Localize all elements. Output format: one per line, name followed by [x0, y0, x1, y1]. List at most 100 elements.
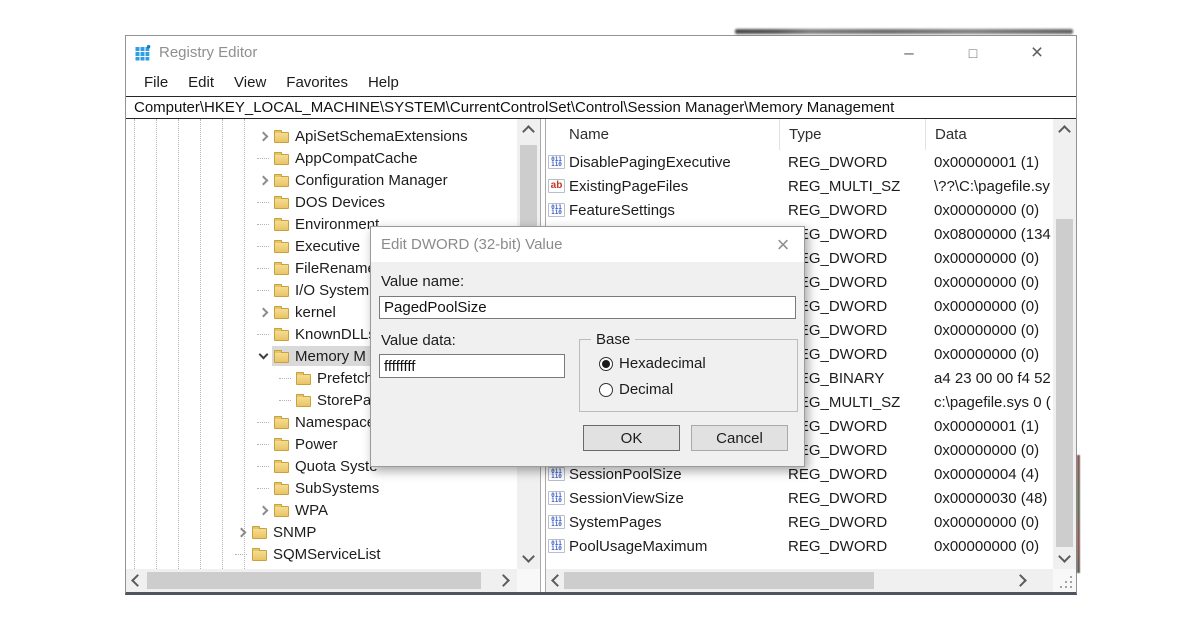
tree-horizontal-scrollbar[interactable] — [126, 569, 517, 592]
dialog-title-bar[interactable]: Edit DWORD (32-bit) Value × — [371, 227, 804, 262]
tree-item-subsystems[interactable]: SubSystems — [126, 477, 517, 499]
radio-option-hexadecimal[interactable]: Hexadecimal — [599, 355, 706, 372]
tree-row-main[interactable]: DOS Devices — [272, 192, 517, 212]
close-button[interactable]: × — [1022, 40, 1052, 66]
value-name-cell[interactable]: 011110PoolUsageMaximum — [546, 538, 779, 555]
minimize-button[interactable]: – — [894, 40, 924, 66]
list-vscroll-thumb[interactable] — [1056, 219, 1073, 547]
tree-line-stub — [257, 422, 269, 423]
value-name-text: FeatureSettings — [569, 202, 675, 219]
window-title: Registry Editor — [159, 44, 257, 61]
tree-hscroll-thumb[interactable] — [147, 572, 481, 589]
chevron-right-icon[interactable] — [236, 527, 246, 537]
tree-item-label: Environment — [295, 216, 379, 233]
value-name-cell[interactable]: 011110SessionViewSize — [546, 490, 779, 507]
tree-row-main[interactable]: ApiSetSchemaExtensions — [272, 126, 517, 146]
tree-row-main[interactable]: SNMP — [250, 522, 517, 542]
chevron-right-icon[interactable] — [258, 307, 268, 317]
tree-item-sqmservicelist[interactable]: SQMServiceList — [126, 543, 517, 565]
tree-item-dos-devices[interactable]: DOS Devices — [126, 191, 517, 213]
tree-item-wpa[interactable]: WPA — [126, 499, 517, 521]
value-row-featuresettings[interactable]: 011110FeatureSettingsREG_DWORD0x00000000… — [546, 198, 1053, 222]
expand-toggle[interactable] — [254, 305, 272, 319]
expand-toggle[interactable] — [254, 503, 272, 517]
list-horizontal-scrollbar[interactable] — [546, 569, 1053, 592]
tree-line-stub — [279, 400, 291, 401]
value-row-systempages[interactable]: 011110SystemPagesREG_DWORD0x00000000 (0) — [546, 510, 1053, 534]
menu-view[interactable]: View — [224, 74, 276, 91]
radio-unselected-icon[interactable] — [599, 383, 613, 397]
tree-row-main[interactable]: AppCompatCache — [272, 148, 517, 168]
value-data-text: 0x00000000 (0) — [925, 298, 1053, 315]
expand-toggle[interactable] — [232, 525, 250, 539]
tree-row-main[interactable]: WPA — [272, 500, 517, 520]
menu-help[interactable]: Help — [358, 74, 409, 91]
tree-connector — [254, 437, 272, 451]
value-name-cell[interactable]: 011110FeatureSettings — [546, 202, 779, 219]
column-header-name[interactable]: Name — [546, 119, 779, 150]
dialog-close-icon[interactable]: × — [768, 227, 798, 262]
list-hscroll-thumb[interactable] — [564, 572, 874, 589]
value-name-cell[interactable]: 011110SystemPages — [546, 514, 779, 531]
menu-file[interactable]: File — [134, 74, 178, 91]
scroll-right-icon[interactable] — [1014, 574, 1027, 587]
value-row-poolusagemaximum[interactable]: 011110PoolUsageMaximumREG_DWORD0x0000000… — [546, 534, 1053, 558]
tree-item-apisetschemaextensions[interactable]: ApiSetSchemaExtensions — [126, 125, 517, 147]
tree-item-snmp[interactable]: SNMP — [126, 521, 517, 543]
chevron-right-icon[interactable] — [258, 175, 268, 185]
scroll-up-icon[interactable] — [1058, 125, 1071, 138]
tree-line-stub — [257, 488, 269, 489]
scroll-up-icon[interactable] — [522, 125, 535, 138]
tree-line-stub — [257, 268, 269, 269]
binary-value-icon: 011110 — [548, 539, 565, 553]
tree-item-configuration-manager[interactable]: Configuration Manager — [126, 169, 517, 191]
value-name-input[interactable] — [379, 296, 796, 319]
tree-item-label: Power — [295, 436, 338, 453]
menu-favorites[interactable]: Favorites — [276, 74, 358, 91]
value-data-text: a4 23 00 00 f4 52 — [925, 370, 1053, 387]
scroll-left-icon[interactable] — [131, 574, 144, 587]
value-data-text: 0x00000000 (0) — [925, 346, 1053, 363]
window-controls: – □ × — [894, 36, 1066, 69]
value-row-sessionviewsize[interactable]: 011110SessionViewSizeREG_DWORD0x00000030… — [546, 486, 1053, 510]
folder-icon — [274, 176, 289, 187]
expand-toggle[interactable] — [254, 173, 272, 187]
chevron-right-icon[interactable] — [258, 505, 268, 515]
tree-row-main[interactable]: SubSystems — [272, 478, 517, 498]
binary-value-icon: 011110 — [548, 515, 565, 529]
scroll-left-icon[interactable] — [551, 574, 564, 587]
scroll-right-icon[interactable] — [497, 574, 510, 587]
value-data-input[interactable] — [379, 354, 565, 378]
radio-selected-icon[interactable] — [599, 357, 613, 371]
column-header-type[interactable]: Type — [779, 119, 925, 150]
address-bar[interactable]: Computer\HKEY_LOCAL_MACHINE\SYSTEM\Curre… — [126, 96, 1076, 119]
menu-edit[interactable]: Edit — [178, 74, 224, 91]
radio-option-decimal[interactable]: Decimal — [599, 381, 673, 398]
chevron-right-icon[interactable] — [258, 131, 268, 141]
resize-grip[interactable] — [1053, 569, 1076, 592]
ok-button[interactable]: OK — [583, 425, 680, 451]
maximize-button[interactable]: □ — [958, 40, 988, 66]
tree-row-main[interactable]: Configuration Manager — [272, 170, 517, 190]
value-name-cell[interactable]: abExistingPageFiles — [546, 178, 779, 195]
value-row-existingpagefiles[interactable]: abExistingPageFilesREG_MULTI_SZ\??\C:\pa… — [546, 174, 1053, 198]
tree-item-label: Quota Syste — [295, 458, 378, 475]
value-name-cell[interactable]: 011110SessionPoolSize — [546, 466, 779, 483]
scroll-down-icon[interactable] — [522, 550, 535, 563]
expand-toggle[interactable] — [254, 129, 272, 143]
column-header-data[interactable]: Data — [925, 119, 1053, 150]
value-data-text: 0x00000000 (0) — [925, 274, 1053, 291]
title-bar[interactable]: Registry Editor – □ × — [126, 36, 1076, 69]
value-data-text: 0x00000030 (48) — [925, 490, 1053, 507]
expand-toggle[interactable] — [254, 349, 272, 363]
list-vertical-scrollbar[interactable] — [1053, 119, 1076, 569]
value-name-cell[interactable]: 011110DisablePagingExecutive — [546, 154, 779, 171]
chevron-down-icon[interactable] — [258, 350, 268, 360]
scroll-down-icon[interactable] — [1058, 550, 1071, 563]
value-type-text: REG_DWORD — [779, 202, 925, 219]
cancel-button[interactable]: Cancel — [691, 425, 788, 451]
tree-item-appcompatcache[interactable]: AppCompatCache — [126, 147, 517, 169]
value-row-disablepagingexecutive[interactable]: 011110DisablePagingExecutiveREG_DWORD0x0… — [546, 150, 1053, 174]
value-name-text: DisablePagingExecutive — [569, 154, 731, 171]
tree-row-main[interactable]: SQMServiceList — [250, 544, 517, 564]
